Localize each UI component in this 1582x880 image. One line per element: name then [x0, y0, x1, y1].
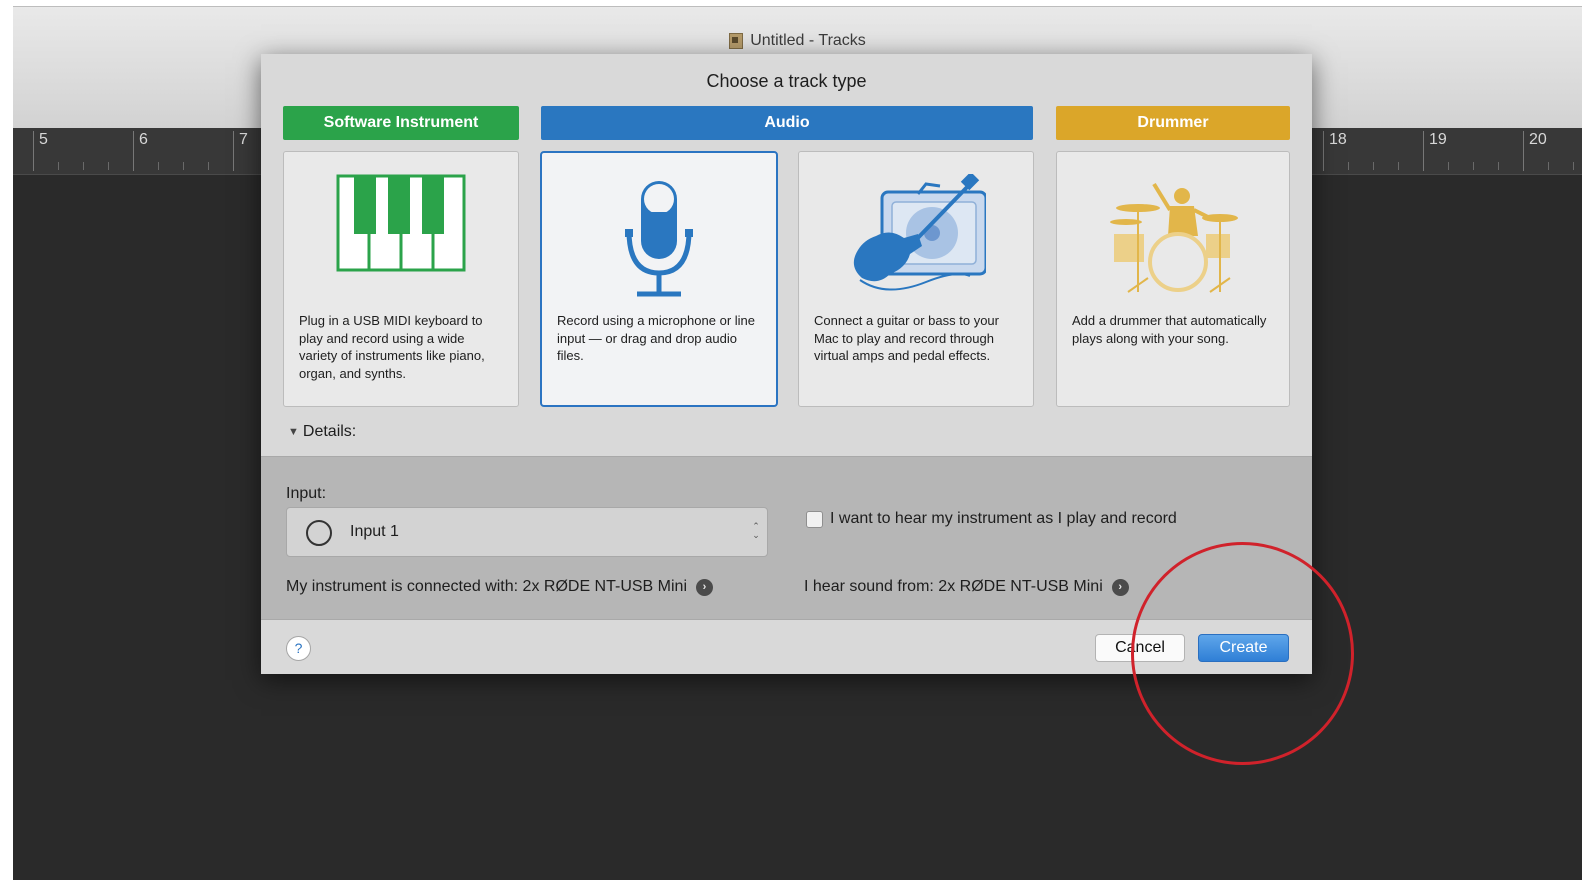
audio-header[interactable]: Audio	[541, 106, 1033, 140]
ruler-bar-number: 7	[233, 131, 248, 171]
card-description: Record using a microphone or line input …	[557, 313, 755, 363]
help-button[interactable]: ?	[286, 636, 311, 661]
guitar-amp-icon	[853, 174, 986, 291]
arrow-right-icon[interactable]: ›	[696, 578, 714, 596]
track-type-dialog: Choose a track type Software Instrument …	[261, 54, 1312, 674]
monitor-checkbox-label[interactable]: I want to hear my instrument as I play a…	[830, 510, 1177, 528]
input-channel-icon	[306, 520, 332, 546]
drummer-header[interactable]: Drummer	[1056, 106, 1290, 140]
ruler-bar-number: 19	[1423, 131, 1447, 171]
ruler-bar-number: 5	[33, 131, 48, 171]
cancel-button[interactable]: Cancel	[1095, 634, 1185, 662]
piano-keys-icon	[336, 174, 466, 272]
details-panel: Input: Input 1 ⌃ ⌄ I want to hear my inst…	[261, 456, 1312, 620]
dialog-title: Choose a track type	[706, 71, 867, 91]
input-value: Input 1	[350, 523, 399, 540]
arrow-right-icon[interactable]: ›	[1111, 578, 1129, 596]
microphone-icon	[625, 181, 693, 297]
card-description: Plug in a USB MIDI keyboard to play and …	[299, 313, 485, 381]
output-connection-text: I hear sound from: 2x RØDE NT-USB Mini	[804, 578, 1103, 595]
document-icon	[729, 33, 744, 49]
title-bar: Untitled - Tracks	[13, 27, 1582, 57]
details-disclosure[interactable]: ▼ Details:	[288, 423, 356, 441]
window-title: Untitled - Tracks	[750, 32, 866, 49]
output-connection: I hear sound from: 2x RØDE NT-USB Mini ›	[804, 578, 1129, 596]
software-instrument-card[interactable]: Plug in a USB MIDI keyboard to play and …	[283, 151, 519, 407]
drummer-icon	[1110, 182, 1238, 293]
instrument-connection: My instrument is connected with: 2x RØDE…	[286, 578, 714, 596]
details-label: Details:	[302, 423, 357, 440]
monitor-checkbox[interactable]	[806, 511, 823, 528]
ruler-bar-number: 6	[133, 131, 148, 171]
chevron-up-down-icon: ⌃ ⌄	[752, 521, 760, 540]
software-instrument-header[interactable]: Software Instrument	[283, 106, 519, 140]
audio-microphone-card[interactable]: Record using a microphone or line input …	[540, 151, 778, 407]
audio-guitar-card[interactable]: Connect a guitar or bass to your Mac to …	[798, 151, 1034, 407]
create-button[interactable]: Create	[1198, 634, 1289, 662]
card-description: Add a drummer that automatically plays a…	[1072, 313, 1267, 346]
ruler-bar-number: 18	[1323, 131, 1347, 171]
input-label: Input:	[286, 485, 327, 502]
disclosure-triangle-icon: ▼	[288, 426, 299, 438]
card-description: Connect a guitar or bass to your Mac to …	[814, 313, 999, 363]
instrument-connection-text: My instrument is connected with: 2x RØDE…	[286, 578, 688, 595]
input-select[interactable]: Input 1 ⌃ ⌄	[286, 507, 768, 557]
ruler-bar-number: 20	[1523, 131, 1547, 171]
drummer-card[interactable]: Add a drummer that automatically plays a…	[1056, 151, 1290, 407]
